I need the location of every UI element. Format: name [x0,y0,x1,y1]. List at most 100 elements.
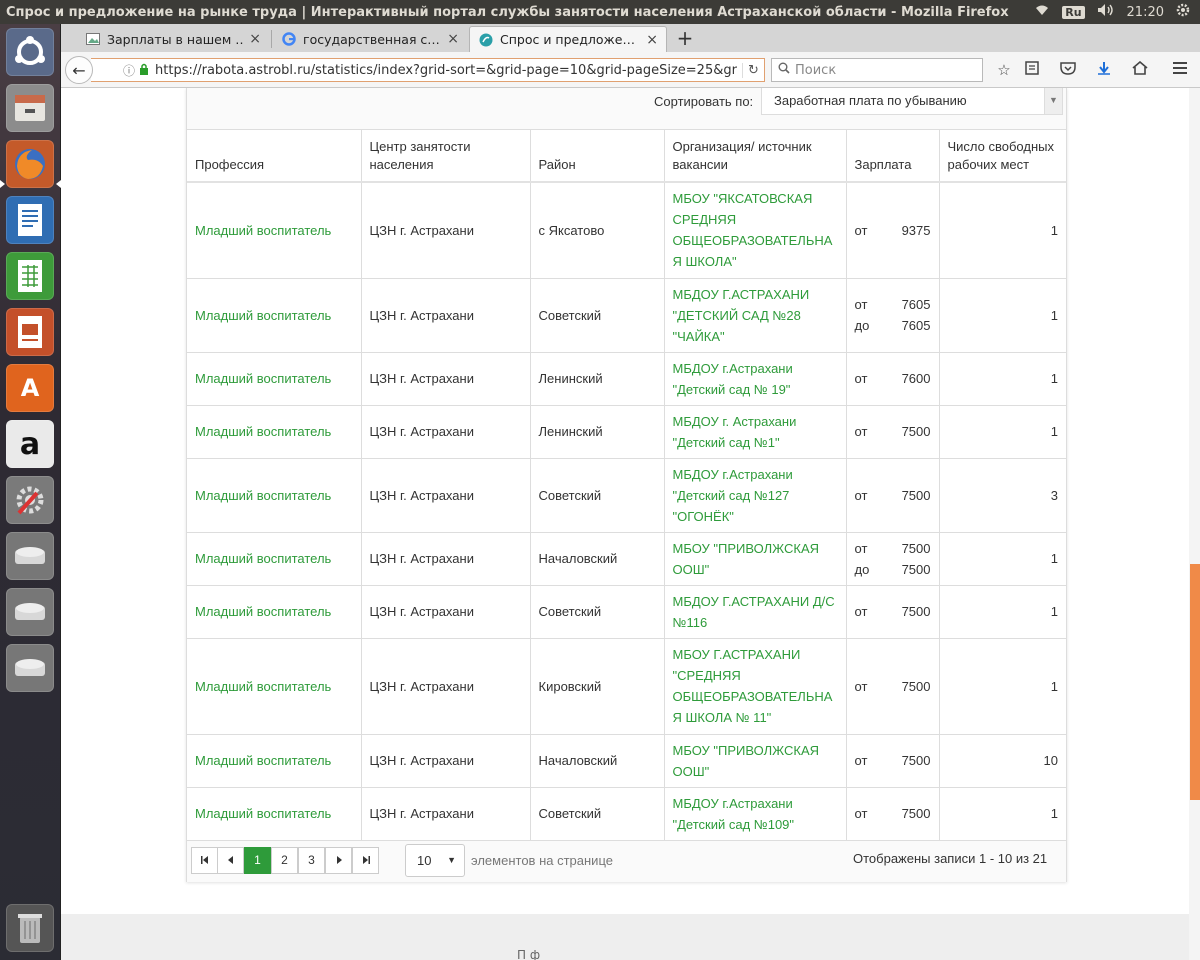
clock[interactable]: 21:20 [1127,5,1164,20]
cell-profession[interactable]: Младший воспитатель [187,532,362,586]
next-page-button[interactable] [325,847,352,874]
cell-profession[interactable]: Младший воспитатель [187,585,362,639]
tab-close-icon[interactable]: × [447,31,459,47]
page-size-select[interactable]: 10 ▼ [405,844,465,877]
prev-page-button[interactable] [217,847,244,874]
cell-center: ЦЗН г. Астрахани [361,352,531,406]
cell-org[interactable]: МБДОУ Г.АСТРАХАНИ Д/С №116 [664,585,847,639]
scrollbar-thumb[interactable] [1190,564,1200,800]
cell-salary: от 7500 [846,585,940,639]
volume-icon[interactable] [1097,3,1115,21]
reload-icon[interactable]: ↻ [742,62,764,78]
new-tab-button[interactable]: + [673,27,697,49]
impress-icon[interactable] [6,308,54,356]
cell-org[interactable]: МБОУ "ПРИВОЛЖСКАЯ ООШ" [664,532,847,586]
first-page-button[interactable] [191,847,218,874]
system-settings-icon[interactable] [6,476,54,524]
google-icon [281,31,297,47]
info-icon[interactable]: ⓘ [123,62,135,79]
gear-icon[interactable] [1176,3,1190,21]
cell-salary: от 7500 [846,405,940,459]
cell-profession[interactable]: Младший воспитатель [187,182,362,279]
cell-center: ЦЗН г. Астрахани [361,458,531,533]
files-icon[interactable] [6,84,54,132]
lock-icon[interactable] [139,63,149,78]
salary-to-value: 7605 [901,318,931,333]
cell-org[interactable]: МБОУ "ПРИВОЛЖСКАЯ ООШ" [664,734,847,788]
header-vacancies[interactable]: Число свободных рабочих мест [939,130,1066,183]
header-district[interactable]: Район [530,130,665,183]
url-bar[interactable]: ⓘ https://rabota.astrobl.ru/statistics/i… [91,58,765,82]
menu-icon[interactable] [1169,60,1191,80]
back-button[interactable]: ← [65,56,93,84]
pocket-icon[interactable] [1057,60,1079,80]
header-org[interactable]: Организация/ источник вакансии [664,130,847,183]
cell-salary: от 7500 [846,734,940,788]
drive-icon[interactable] [6,644,54,692]
last-page-button[interactable] [352,847,379,874]
search-input[interactable]: Поиск [771,58,983,82]
calc-icon[interactable] [6,252,54,300]
browser-tab-bar: Зарплаты в нашем … × государственная с… … [61,24,1200,52]
tab-salaries[interactable]: Зарплаты в нашем … × [77,26,269,52]
cell-org[interactable]: МБДОУ г. Астрахани "Детский сад №1" [664,405,847,459]
cell-org[interactable]: МБДОУ Г.АСТРАХАНИ "ДЕТСКИЙ САД №28 "ЧАЙК… [664,278,847,353]
writer-icon[interactable] [6,196,54,244]
page-button-3[interactable]: 3 [298,847,325,874]
cell-profession[interactable]: Младший воспитатель [187,638,362,735]
chevron-down-icon: ▼ [1044,88,1062,114]
page-button-2[interactable]: 2 [271,847,298,874]
salary-from-prefix: от [854,424,868,439]
table-row: Младший воспитатель ЦЗН г. Астрахани Ленин… [187,405,1066,459]
table-row: Младший воспитатель ЦЗН г. Астрахани Начал… [187,532,1066,586]
cell-vacancies: 1 [939,532,1066,586]
cell-org[interactable]: МБДОУ г.Астрахани "Детский сад №127 "ОГО… [664,458,847,533]
tab-supply-demand[interactable]: Спрос и предложе… × [469,26,667,52]
downloads-icon[interactable] [1093,60,1115,80]
cell-org[interactable]: МБДОУ г.Астрахани "Детский сад № 19" [664,352,847,406]
sort-dropdown[interactable]: Заработная плата по убыванию ▼ [761,88,1063,115]
page-footer: П ф [61,914,1189,960]
cell-profession[interactable]: Младший воспитатель [187,352,362,406]
header-profession[interactable]: Профессия [187,130,362,183]
sort-selected-value: Заработная плата по убыванию [774,93,967,108]
trash-icon[interactable] [6,904,54,952]
tab-close-icon[interactable]: × [646,32,658,48]
ubuntu-logo-icon[interactable] [6,28,54,76]
keyboard-layout-indicator[interactable]: Ru [1062,5,1085,19]
cell-salary: от 9375 [846,182,940,279]
site-icon [478,32,494,48]
cell-org[interactable]: МБДОУ г.Астрахани "Детский сад №109" [664,787,847,841]
drive-icon[interactable] [6,532,54,580]
salary-from-value: 7500 [901,540,931,556]
cell-org[interactable]: МБОУ Г.АСТРАХАНИ "СРЕДНЯЯ ОБЩЕОБРАЗОВАТЕ… [664,638,847,735]
page-scrollbar[interactable] [1189,88,1200,960]
amazon-icon[interactable]: a [6,420,54,468]
tab-close-icon[interactable]: × [249,31,261,47]
salary-from-prefix: от [854,487,868,503]
cell-profession[interactable]: Младший воспитатель [187,734,362,788]
tab-google-search[interactable]: государственная с… × [273,26,467,52]
table-header-row: Профессия Центр занятости населения Райо… [187,130,1066,183]
salary-from-value: 7500 [901,604,931,619]
cell-profession[interactable]: Младший воспитатель [187,278,362,353]
bookmark-star-icon[interactable]: ☆ [993,60,1015,80]
header-salary[interactable]: Зарплата [846,130,940,183]
cell-salary: от 7500 [846,458,940,533]
home-icon[interactable] [1129,60,1151,80]
cell-profession[interactable]: Младший воспитатель [187,787,362,841]
software-center-icon[interactable]: A [6,364,54,412]
drive-icon[interactable] [6,588,54,636]
cell-center: ЦЗН г. Астрахани [361,787,531,841]
salary-from-value: 7600 [901,371,931,386]
header-center[interactable]: Центр занятости населения [361,130,531,183]
cell-salary: от 7600 [846,352,940,406]
reading-list-icon[interactable] [1021,60,1043,80]
wifi-icon[interactable] [1034,4,1050,20]
page-button-1[interactable]: 1 [244,847,271,874]
firefox-icon[interactable] [6,140,54,188]
cell-org[interactable]: МБОУ "ЯКСАТОВСКАЯ СРЕДНЯЯ ОБЩЕОБРАЗОВАТЕ… [664,182,847,279]
url-text[interactable]: https://rabota.astrobl.ru/statistics/ind… [155,63,742,78]
cell-profession[interactable]: Младший воспитатель [187,458,362,533]
cell-profession[interactable]: Младший воспитатель [187,405,362,459]
